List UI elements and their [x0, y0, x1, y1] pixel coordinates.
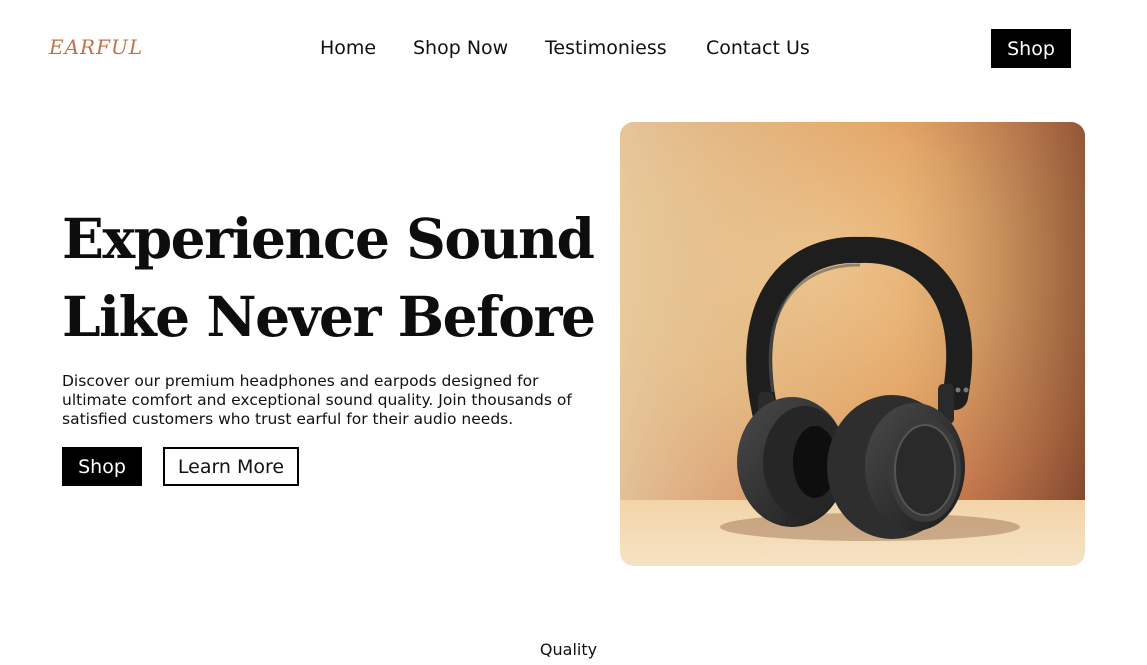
nav-item-contact-us[interactable]: Contact Us	[706, 37, 810, 59]
hero-shop-button[interactable]: Shop	[62, 447, 142, 486]
main-nav: Home Shop Now Testimoniess Contact Us	[0, 37, 1147, 61]
nav-item-home[interactable]: Home	[320, 37, 376, 59]
hero-title-line-2: Like Never Before	[62, 284, 596, 349]
hero-title-line-1: Experience Sound	[62, 206, 595, 271]
hero-description: Discover our premium headphones and earp…	[62, 372, 572, 428]
learn-more-button[interactable]: Learn More	[163, 447, 299, 486]
hero-title: Experience Sound Like Never Before	[62, 200, 602, 356]
nav-item-testimonials[interactable]: Testimoniess	[545, 37, 667, 59]
header-shop-button[interactable]: Shop	[991, 29, 1071, 68]
quality-section-label: Quality	[539, 640, 598, 659]
headphones-image	[620, 122, 1085, 566]
nav-item-shop-now[interactable]: Shop Now	[413, 37, 508, 59]
